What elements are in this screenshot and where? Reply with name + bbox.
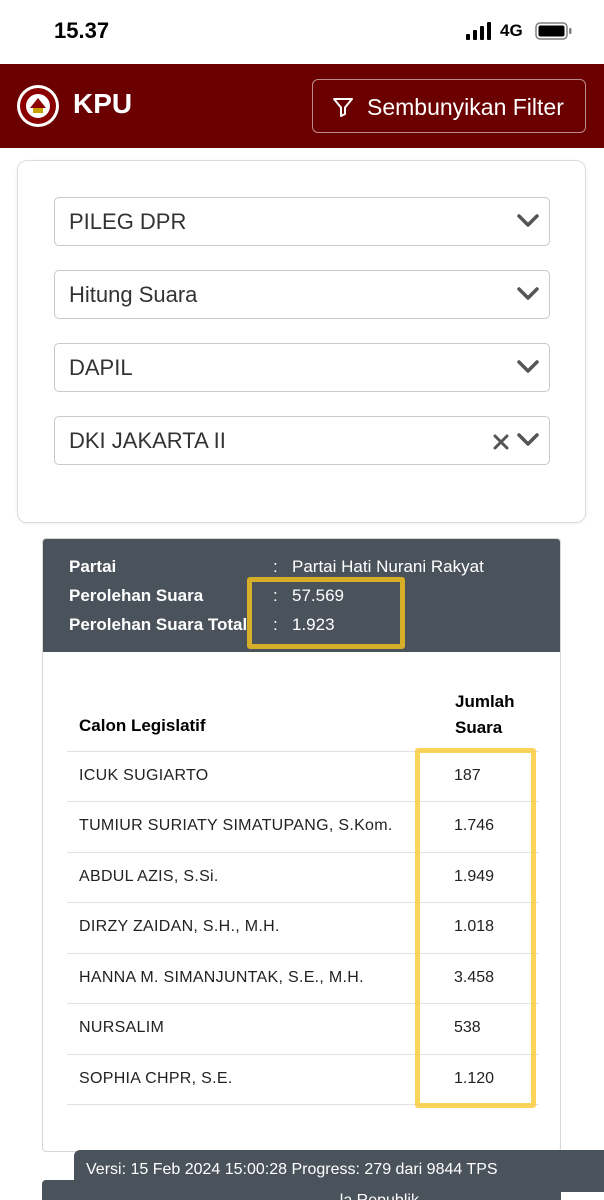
dapil-select[interactable]: DKI JAKARTA II <box>54 416 550 465</box>
party-colon: : <box>273 557 278 576</box>
candidate-name: ICUK SUGIARTO <box>79 767 209 784</box>
column-header-votes-line1: Jumlah <box>455 692 515 711</box>
chevron-down-icon <box>517 433 539 446</box>
election-type-value: PILEG DPR <box>69 209 187 234</box>
battery-icon <box>535 22 572 40</box>
brand-title[interactable]: KPU <box>73 88 132 120</box>
hide-filter-button[interactable]: Sembunyikan Filter <box>312 79 586 133</box>
election-type-select[interactable]: PILEG DPR <box>54 197 550 246</box>
column-header-votes: Jumlah Suara <box>455 689 535 741</box>
column-header-candidate: Calon Legislatif <box>79 716 206 735</box>
chevron-down-icon <box>517 287 539 300</box>
count-type-select[interactable]: Hitung Suara <box>54 270 550 319</box>
hide-filter-label: Sembunyikan Filter <box>367 94 564 120</box>
party-value: Partai Hati Nurani Rakyat <box>292 557 484 576</box>
column-header-votes-line2: Suara <box>455 718 503 737</box>
chevron-down-icon <box>517 360 539 373</box>
version-banner: Versi: 15 Feb 2024 15:00:28 Progress: 27… <box>74 1150 604 1192</box>
votes-label: Perolehan Suara <box>69 586 204 605</box>
signal-icon <box>466 22 491 40</box>
candidate-name: TUMIUR SURIATY SIMATUPANG, S.Kom. <box>79 817 393 834</box>
candidate-name: DIRZY ZAIDAN, S.H., M.H. <box>79 918 280 935</box>
party-results-card: Partai : Partai Hati Nurani Rakyat Perol… <box>42 538 561 1152</box>
app-header: KPU Sembunyikan Filter <box>0 64 604 148</box>
network-label: 4G <box>500 21 523 40</box>
party-label: Partai <box>69 557 117 576</box>
chevron-down-icon <box>517 214 539 227</box>
region-level-value: DAPIL <box>69 355 133 380</box>
candidate-name: SOPHIA CHPR, S.E. <box>79 1070 233 1087</box>
total-votes-label: Perolehan Suara Total <box>69 615 248 634</box>
candidate-name: NURSALIM <box>79 1019 165 1036</box>
status-time: 15.37 <box>54 18 110 43</box>
region-level-select[interactable]: DAPIL <box>54 343 550 392</box>
candidate-name: HANNA M. SIMANJUNTAK, S.E., M.H. <box>79 969 364 986</box>
version-text: Versi: 15 Feb 2024 15:00:28 Progress: 27… <box>86 1161 498 1178</box>
clear-icon[interactable] <box>493 434 509 450</box>
next-card-text: ... la Republik <box>322 1192 419 1200</box>
filter-icon <box>333 98 353 117</box>
dapil-value: DKI JAKARTA II <box>69 428 226 453</box>
status-bar: 15.37 4G <box>0 0 604 64</box>
votes-column-highlight <box>415 748 536 1108</box>
count-type-value: Hitung Suara <box>69 282 198 307</box>
votes-highlight-box <box>247 577 405 649</box>
kpu-logo-icon[interactable] <box>16 84 60 128</box>
candidate-name: ABDUL AZIS, S.Si. <box>79 868 219 885</box>
filter-card: PILEG DPR Hitung Suara DAPIL DKI JAKARTA… <box>17 160 586 523</box>
party-info-header: Partai : Partai Hati Nurani Rakyat Perol… <box>43 539 560 652</box>
